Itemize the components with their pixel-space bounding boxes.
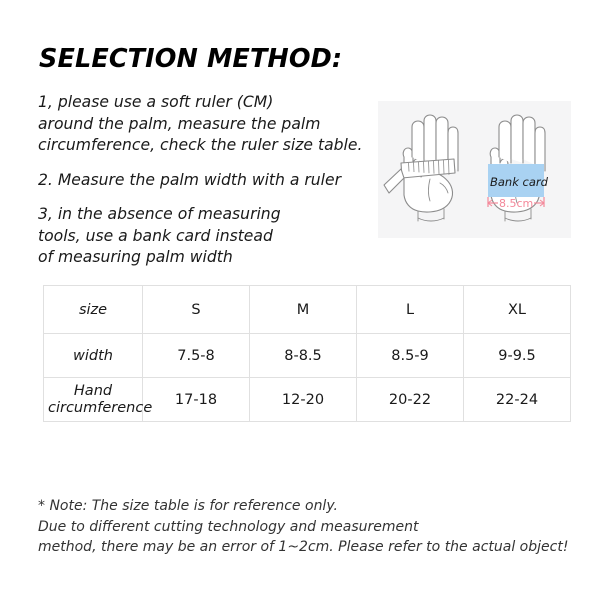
disclaimer-note: * Note: The size table is for reference … xyxy=(38,496,583,558)
table-header-l: L xyxy=(356,285,464,334)
cell-circumference-m: 12-20 xyxy=(249,377,357,422)
bank-card-label: Bank card xyxy=(490,175,549,189)
table-header-xl: XL xyxy=(463,285,571,334)
table-header-s: S xyxy=(142,285,250,334)
card-width-label: 8.5cm xyxy=(499,197,533,210)
instruction-step-3-line-2: tools, use a bank card instead xyxy=(38,226,273,245)
page-title: SELECTION METHOD: xyxy=(39,44,343,74)
size-guide-page: SELECTION METHOD: 1, please use a soft r… xyxy=(0,0,600,600)
table-row-width: width 7.5-8 8-8.5 8.5-9 9-9.5 xyxy=(43,333,571,378)
cell-circumference-l: 20-22 xyxy=(356,377,464,422)
disclaimer-line-3: method, there may be an error of 1~2cm. … xyxy=(38,539,569,555)
instruction-step-2: 2. Measure the palm width with a ruler xyxy=(38,170,378,192)
instruction-list: 1, please use a soft ruler (CM) around t… xyxy=(38,92,378,282)
table-header-m: M xyxy=(249,285,357,334)
instruction-step-3-line-1: 3, in the absence of measuring xyxy=(38,205,281,223)
table-header-row: size S M L XL xyxy=(43,285,571,334)
instruction-step-1-line-1: 1, please use a soft ruler (CM) xyxy=(38,93,274,111)
cell-width-l: 8.5-9 xyxy=(356,333,464,378)
cell-width-s: 7.5-8 xyxy=(142,333,250,378)
instruction-step-3: 3, in the absence of measuring tools, us… xyxy=(38,204,378,269)
disclaimer-line-1: * Note: The size table is for reference … xyxy=(38,498,338,514)
cell-circumference-xl: 22-24 xyxy=(463,377,571,422)
disclaimer-line-2: Due to different cutting technology and … xyxy=(38,518,419,535)
instruction-step-1: 1, please use a soft ruler (CM) around t… xyxy=(38,92,378,157)
instruction-step-3-line-3: of measuring palm width xyxy=(38,248,233,266)
table-row-hand-circumference: Hand circumference 17-18 12-20 20-22 22-… xyxy=(43,377,571,422)
size-table: size S M L XL width 7.5-8 8-8.5 8.5-9 9-… xyxy=(43,285,571,422)
row-label-hand-circumference: Hand circumference xyxy=(43,377,152,422)
cell-width-xl: 9-9.5 xyxy=(463,333,571,378)
instruction-step-1-line-2: around the palm, measure the palm xyxy=(38,114,321,133)
cell-circumference-s: 17-18 xyxy=(142,377,250,422)
table-header-size: size xyxy=(43,285,143,334)
row-label-width: width xyxy=(43,333,143,378)
measurement-illustration-panel: Bank card 8.5cm xyxy=(378,101,571,238)
instruction-step-1-line-3: circumference, check the ruler size tabl… xyxy=(38,136,363,154)
instruction-step-2-line-1: 2. Measure the palm width with a ruler xyxy=(38,170,342,189)
cell-width-m: 8-8.5 xyxy=(249,333,357,378)
